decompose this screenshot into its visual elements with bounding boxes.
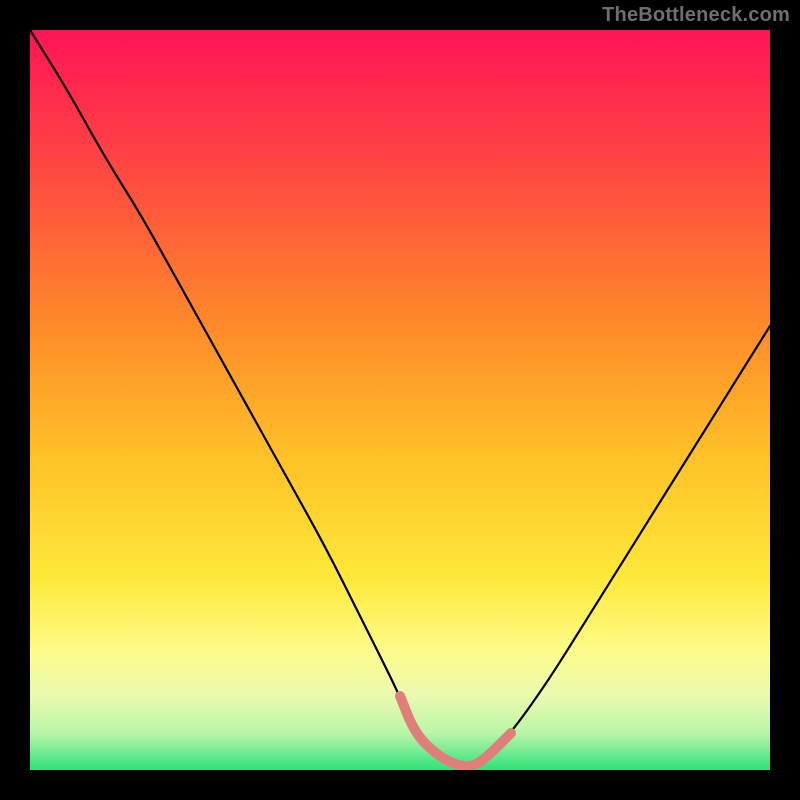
bottleneck-plot <box>30 30 770 770</box>
plot-svg <box>30 30 770 770</box>
gradient-background <box>30 30 770 770</box>
chart-stage: TheBottleneck.com <box>0 0 800 800</box>
watermark-text: TheBottleneck.com <box>602 4 790 27</box>
